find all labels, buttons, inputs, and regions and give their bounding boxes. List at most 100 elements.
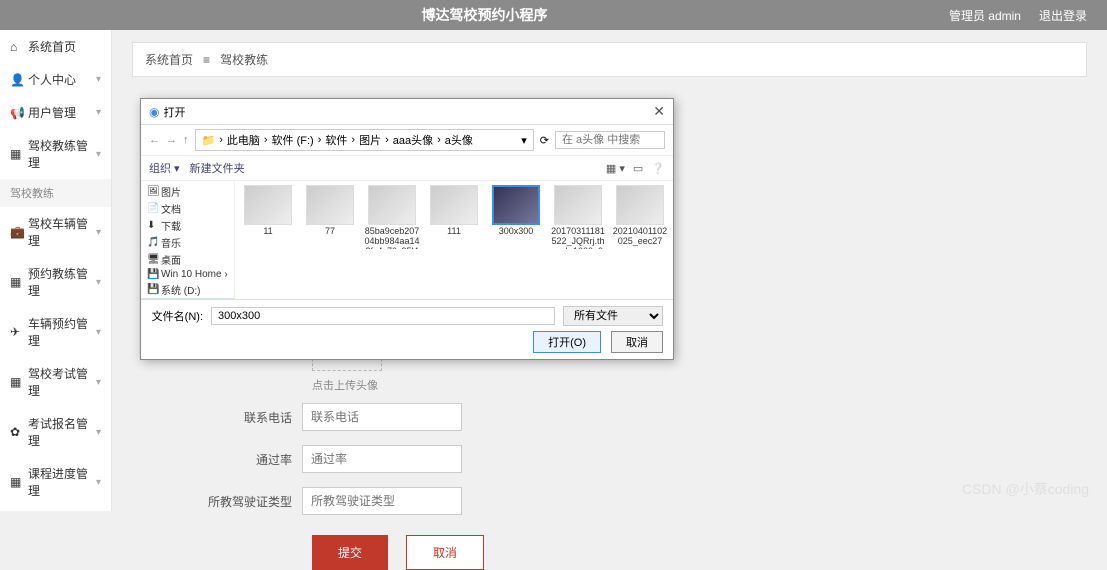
path-part[interactable]: a头像 [445,132,473,148]
sidebar-item-coach[interactable]: ▦驾校教练管理▾ [0,129,111,179]
phone-input[interactable] [302,403,462,431]
view-icon[interactable]: ▦ ▾ [606,162,625,175]
file-name: 111 [425,227,483,237]
dialog-title: 打开 [163,104,185,120]
tree-item[interactable]: 🖥桌面 [141,251,234,268]
sidebar-item-book-vehicle[interactable]: ✈车辆预约管理▾ [0,307,111,357]
tree-panel: 🖼 图片 📄文档 ⬇下载 🎵音乐 🖥桌面 💾 Win 10 Home › 💾系统 (… [141,181,235,299]
sidebar-item-progress[interactable]: ▦课程进度管理▾ [0,457,111,507]
topbar: 博达驾校预约小程序 管理员 admin 退出登录 [0,0,1107,30]
submit-button[interactable]: 提交 [312,535,388,570]
file-thumb[interactable]: 85ba9ceb20704bb984aa142fc4c70c95l400x400 [363,185,421,249]
logout-link[interactable]: 退出登录 [1039,7,1087,24]
path-bar[interactable]: 📁 ›此电脑 ›软件 (F:) ›软件 ›图片 ›aaa头像 ›a头像 ▾ [195,129,534,151]
sidebar-item-profile[interactable]: 👤 个人中心▾ [0,63,111,96]
briefcase-icon: 💼 [10,225,24,239]
tree-item[interactable]: 💾系统 (D:) [141,281,234,298]
disk-icon: 💾 [147,269,157,280]
sidebar-item-label: 用户管理 [28,104,96,121]
file-thumb[interactable]: 20210401102025_eec27 [611,185,669,249]
file-thumb[interactable]: 300x300 [487,185,545,249]
file-thumb[interactable]: 111 [425,185,483,249]
path-part[interactable]: 软件 (F:) [272,132,314,148]
thumbnail-image [306,185,354,225]
nav-up-icon[interactable]: ↑ [183,134,189,146]
watermark: CSDN @小蔡coding [962,479,1089,499]
tree-item[interactable]: 💾 Win 10 Home › [141,268,234,281]
tree-item[interactable]: ⬇下载 [141,217,234,234]
tree-item[interactable]: 💾软件 (F:) [141,298,234,299]
open-button[interactable]: 打开(O) [533,331,601,353]
sidebar-item-score[interactable]: ▦考试成绩管理▾ [0,507,111,511]
dialog-titlebar: ◉ 打开 ✕ [141,99,673,125]
new-folder-button[interactable]: 新建文件夹 [190,160,245,176]
sidebar-item-label: 驾校车辆管理 [28,215,96,249]
sidebar-item-signup[interactable]: ✿ 考试报名管理▾ [0,407,111,457]
dialog-cancel-button[interactable]: 取消 [611,331,663,353]
sidebar-item-label: 个人中心 [28,71,96,88]
organize-button[interactable]: 组织 ▾ [149,160,180,176]
breadcrumb-home[interactable]: 系统首页 [145,53,193,67]
sidebar-item-label: 考试报名管理 [28,415,96,449]
rate-input[interactable] [302,445,462,473]
dialog-search-input[interactable] [555,131,665,149]
chevron-down-icon: ▾ [96,227,101,238]
chevron-down-icon: ▾ [96,74,101,85]
sidebar-item-book-coach[interactable]: ▦预约教练管理▾ [0,257,111,307]
topbar-right: 管理员 admin 退出登录 [949,7,1087,24]
dialog-body: 🖼 图片 📄文档 ⬇下载 🎵音乐 🖥桌面 💾 Win 10 Home › 💾系统 (… [141,181,673,299]
dialog-nav: ← → ↑ 📁 ›此电脑 ›软件 (F:) ›软件 ›图片 ›aaa头像 ›a头… [141,125,673,156]
sidebar-item-vehicle[interactable]: 💼 驾校车辆管理▾ [0,207,111,257]
sidebar-item-exam[interactable]: ▦驾校考试管理▾ [0,357,111,407]
tree-label: 图片 [161,184,181,199]
dialog-bottom: 文件名(N): 所有文件 打开(O) 取消 [141,299,673,359]
filename-input[interactable] [211,307,555,325]
sidebar-item-label: 驾校教练管理 [28,137,96,171]
sidebar-item-users[interactable]: 📢用户管理▾ [0,96,111,129]
file-name: 85ba9ceb20704bb984aa142fc4c70c95l400x400 [363,227,421,249]
file-grid: 11 77 85ba9ceb20704bb984aa142fc4c70c95l4… [235,181,673,299]
file-filter-select[interactable]: 所有文件 [563,306,663,326]
tree-label: Win 10 Home › [161,269,228,280]
nav-back-icon[interactable]: ← [149,134,160,146]
thumbnail-image [616,185,664,225]
refresh-icon[interactable]: ⟳ [540,134,549,147]
breadcrumb-sep: ≡ [203,53,210,67]
nav-forward-icon[interactable]: → [166,134,177,146]
chevron-down-icon: ▾ [96,477,101,488]
file-thumb[interactable]: 77 [301,185,359,249]
thumbnail-image [430,185,478,225]
thumbnail-image [368,185,416,225]
file-name: 20170311181522_JQRrj.thumb.1000_0 [549,227,607,249]
path-part[interactable]: 图片 [359,132,381,148]
path-part[interactable]: 此电脑 [227,132,260,148]
preview-icon[interactable]: ▭ [633,162,643,175]
sidebar-item-label: 车辆预约管理 [28,315,96,349]
desktop-icon: 🖥 [147,254,157,265]
avatar-upload-tip: 点击上传头像 [312,377,1087,393]
picture-icon: 🖼 [147,186,157,197]
close-icon[interactable]: ✕ [653,103,665,120]
cancel-button[interactable]: 取消 [406,535,484,570]
file-thumb[interactable]: 20170311181522_JQRrj.thumb.1000_0 [549,185,607,249]
file-name: 11 [239,227,297,237]
sidebar-sub-coach[interactable]: 驾校教练 [0,179,111,207]
help-icon[interactable]: ❔ [651,162,665,175]
grid-icon: ▦ [10,147,24,161]
admin-label[interactable]: 管理员 admin [949,7,1021,24]
user-icon: 👤 [10,73,24,87]
chevron-down-icon: ▾ [96,427,101,438]
file-thumb[interactable]: 11 [239,185,297,249]
thumbnail-image [554,185,602,225]
label-rate: 通过率 [132,451,302,468]
path-part[interactable]: 软件 [325,132,347,148]
gear-icon: ✿ [10,425,24,439]
chrome-icon: ◉ [149,105,159,119]
tree-item[interactable]: 🎵音乐 [141,234,234,251]
dialog-toolbar: 组织 ▾ 新建文件夹 ▦ ▾ ▭ ❔ [141,156,673,181]
sidebar-item-home[interactable]: ⌂系统首页 [0,30,111,63]
tree-item[interactable]: 🖼 图片 [141,183,234,200]
path-part[interactable]: aaa头像 [393,132,433,148]
label-license: 所教驾驶证类型 [132,493,302,510]
tree-item[interactable]: 📄文档 [141,200,234,217]
